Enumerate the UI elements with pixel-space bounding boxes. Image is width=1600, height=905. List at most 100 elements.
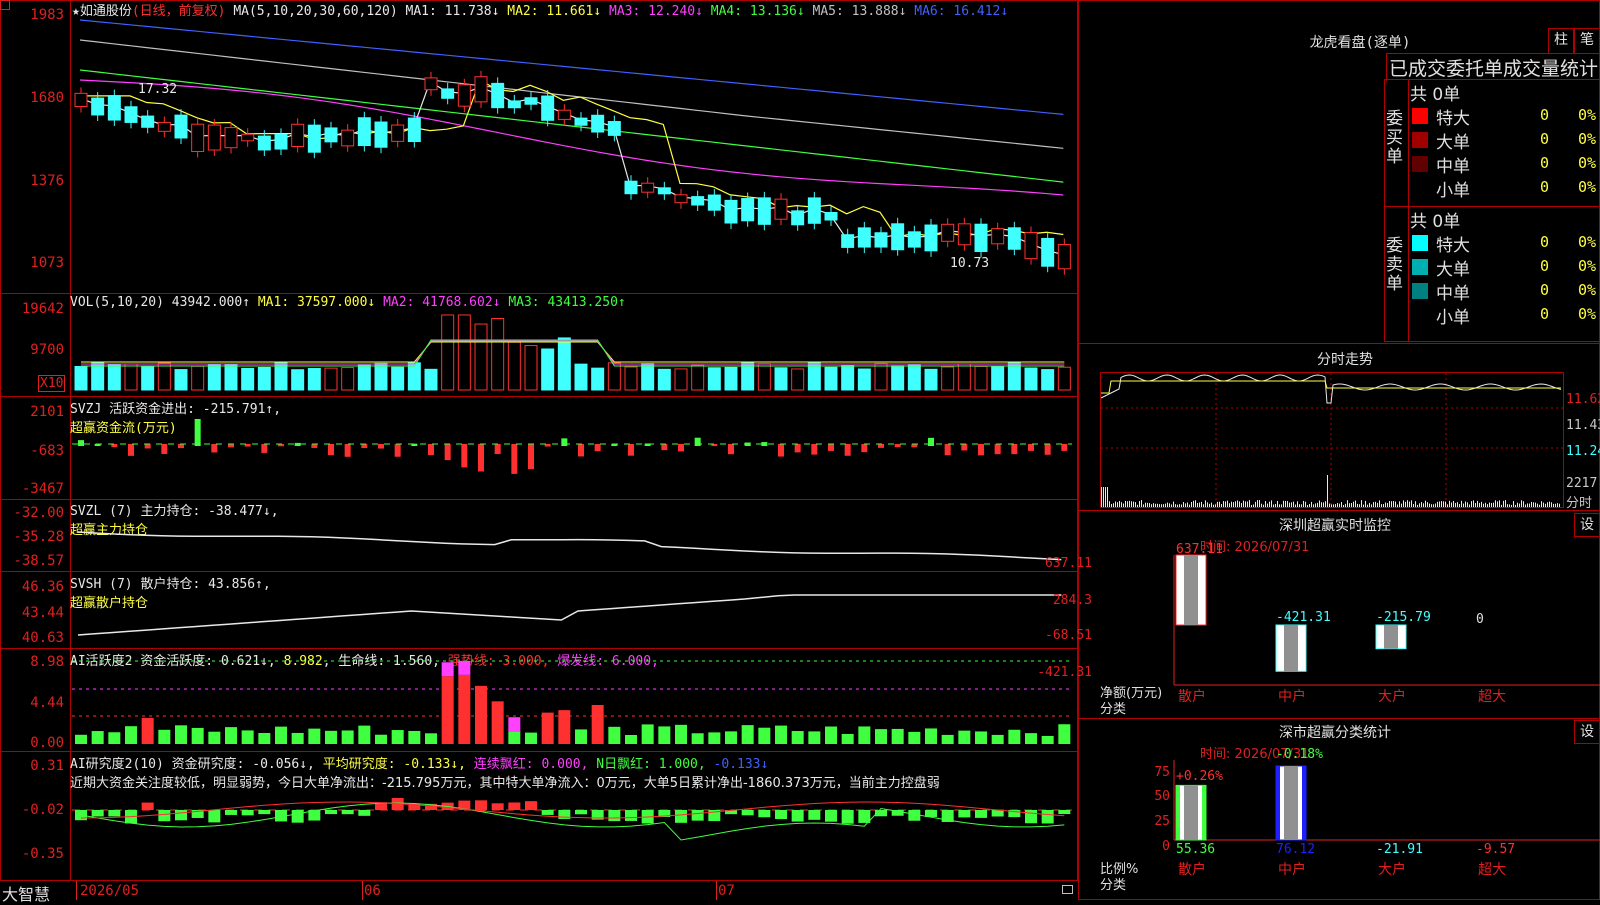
date-axis-label: 06 <box>364 883 381 899</box>
svzj-bar <box>228 444 234 448</box>
intraday-vol-bar <box>1187 502 1188 507</box>
ai-research-bar <box>791 810 804 822</box>
ai-active-bar <box>541 712 554 744</box>
volume-bars[interactable] <box>72 312 1072 392</box>
svzl-line[interactable] <box>72 530 1072 570</box>
intraday-chart[interactable] <box>1100 373 1563 507</box>
intraday-vol-bar <box>1237 500 1238 507</box>
intraday-vol-bar <box>1117 502 1118 507</box>
monitor-bar-value: 0 <box>1476 612 1484 627</box>
intraday-vol-bar <box>1323 502 1324 507</box>
ai-active-bars[interactable] <box>72 656 1072 746</box>
volume-bar <box>241 367 255 391</box>
intraday-vol-bar <box>1289 502 1290 507</box>
ai-active-bar <box>741 725 754 744</box>
intraday-title: 分时走势 <box>1317 352 1373 368</box>
volume-bar <box>624 366 638 391</box>
bar-view-button[interactable]: 柱 <box>1548 28 1574 54</box>
intraday-vol-bar <box>1437 501 1438 507</box>
intraday-vol-bar <box>1443 501 1444 507</box>
intraday-vol-bar <box>1219 501 1220 507</box>
ai-research-bars[interactable] <box>72 790 1072 870</box>
candle-body <box>357 117 371 147</box>
volume-bar <box>907 364 921 391</box>
intraday-vol-bar <box>1381 504 1382 507</box>
candle-body <box>374 121 388 148</box>
intraday-vol-bar <box>1537 503 1538 507</box>
lock-icon[interactable] <box>1062 885 1073 894</box>
low-price-label: 10.73 <box>950 256 990 271</box>
intraday-vol-bar <box>1379 500 1380 507</box>
intraday-vol-bar <box>1229 503 1230 507</box>
ai-active-bar <box>841 733 854 744</box>
buy-row-count: 0 <box>1540 178 1550 196</box>
monitor-settings-button[interactable]: 设 <box>1574 513 1600 537</box>
volume-bar <box>491 317 505 391</box>
candlestick-chart[interactable] <box>72 10 1072 290</box>
svzj-bar <box>528 444 534 470</box>
intraday-vol-bar <box>1125 500 1126 507</box>
ai-research-bar <box>825 810 837 822</box>
candle-body <box>624 180 638 195</box>
candle-body <box>1007 227 1021 250</box>
date-axis-label: 2026/05 <box>80 883 140 899</box>
candle-body <box>391 124 405 142</box>
ai-active-bar <box>608 726 621 744</box>
candle-body <box>674 194 688 204</box>
intraday-vol-bar <box>1361 500 1362 507</box>
monitor-bar-chart[interactable]: 637.11 284.3 -68.51 -421.31 637.11 散户 -421.31 中… <box>1037 542 1600 705</box>
intraday-vol-bar <box>1435 503 1436 507</box>
svzj-bar <box>328 444 334 456</box>
intraday-vol-bar <box>1223 501 1224 507</box>
sell-row-swatch <box>1412 235 1428 251</box>
candle-body <box>757 197 771 225</box>
stat-bar-shade <box>1184 785 1198 840</box>
ai-research-bar <box>141 802 154 810</box>
svzj-bar <box>361 444 368 449</box>
ai-active-bar <box>241 730 254 744</box>
intraday-vol-bar <box>1311 501 1312 507</box>
volume-bar <box>307 368 321 391</box>
main-y-tick: 1376 <box>30 173 64 189</box>
ai-active-bar <box>708 732 721 744</box>
intraday-vol-bar <box>1449 500 1450 507</box>
intraday-vol-bar <box>1451 502 1452 507</box>
ai-research-bar <box>208 810 221 823</box>
stat-y-tick: 50 <box>1154 789 1170 804</box>
intraday-vol-bar <box>1321 502 1322 507</box>
volume-bar <box>791 368 805 391</box>
intraday-vol-bar <box>1415 501 1416 507</box>
stat-x-label: 分类 <box>1100 878 1127 893</box>
stat-settings-button[interactable]: 设 <box>1574 720 1600 744</box>
intraday-vol-bar <box>1335 504 1336 507</box>
intraday-vol-bar <box>1127 501 1128 507</box>
intraday-vol-bar <box>1257 500 1258 507</box>
svzj-bars[interactable] <box>72 414 1072 474</box>
stat-tabs[interactable]: 已成交委托单成交量统计 <box>1386 53 1599 81</box>
svzj-bar <box>1061 444 1068 451</box>
intraday-vol-bar <box>1405 501 1406 507</box>
intraday-vol-bar <box>1307 504 1308 507</box>
svzj-bar <box>628 444 634 456</box>
svzj-bar <box>794 444 801 453</box>
intraday-vol-bar <box>1161 504 1162 507</box>
ma-line <box>79 69 1064 183</box>
ai-active-bar <box>508 731 521 744</box>
stat-bar-chart[interactable]: 75 50 25 0 55.36 散户 76.12 中户 -21.91 大户 -9.57 超大 +0.2… <box>1100 747 1600 900</box>
svzj-bar <box>578 444 584 457</box>
ai-research-bar <box>625 810 637 821</box>
line-view-button[interactable]: 笔 <box>1574 28 1600 54</box>
stat-category: 大户 <box>1378 861 1406 878</box>
candle-body <box>607 121 621 136</box>
intraday-vol-bar <box>1555 503 1556 507</box>
candle-body <box>157 121 171 132</box>
monitor-bar-shade <box>1284 625 1298 672</box>
intraday-vol-bar <box>1203 504 1204 507</box>
svsh-line[interactable] <box>72 594 1072 645</box>
intraday-vol-bar <box>1471 501 1472 507</box>
ai-research-y-tick: -0.35 <box>21 846 64 862</box>
intraday-vol-bar <box>1299 504 1300 507</box>
intraday-vol-bar <box>1177 504 1178 507</box>
volume-bar <box>1024 367 1038 391</box>
candle-body <box>891 223 905 251</box>
